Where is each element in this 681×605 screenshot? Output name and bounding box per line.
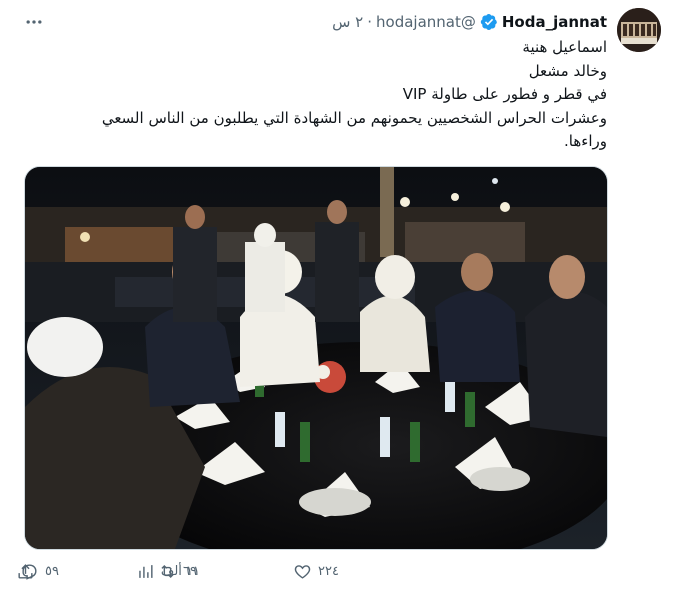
share-button[interactable] <box>16 562 35 581</box>
tweet-line: في قطر و فطور على طاولة VIP <box>402 85 607 103</box>
more-icon[interactable] <box>22 10 46 34</box>
like-count: ٢٢٤ <box>318 564 339 579</box>
reply-count: ٥٩ <box>45 564 59 579</box>
avatar[interactable] <box>617 8 661 52</box>
author-handle[interactable]: @hodajannat <box>376 13 476 31</box>
views-button[interactable]: ١١ ألف <box>136 562 200 581</box>
header-separator: · <box>367 13 373 31</box>
tweet-timestamp[interactable]: ٢ س <box>332 13 363 31</box>
views-count: ١١ ألف <box>160 564 200 579</box>
like-icon <box>294 565 311 579</box>
tweet-line: وعشرات الحراس الشخصيين يحمونهم من الشهاد… <box>101 108 607 127</box>
tweet: Hoda_jannat @hodajannat · ٢ س اسماعيل هن… <box>0 0 681 605</box>
tweet-text: اسماعيل هنية وخالد مشعل في قطر و فطور عل… <box>27 36 607 154</box>
share-icon <box>18 564 33 579</box>
tweet-header: Hoda_jannat @hodajannat · ٢ س <box>332 11 607 33</box>
tweet-line: اسماعيل هنية <box>522 38 607 56</box>
like-button[interactable]: ٢٢٤ <box>293 562 339 581</box>
verified-badge-icon <box>480 13 498 31</box>
tweet-photo[interactable] <box>24 166 608 550</box>
author-name[interactable]: Hoda_jannat <box>502 13 607 31</box>
views-icon <box>139 565 153 578</box>
tweet-line: وخالد مشعل <box>528 61 607 80</box>
tweet-line: وراءها. <box>564 132 607 150</box>
tweet-actions: ٥٩ ٦٩ ٢٢٤ ١١ ألف <box>18 558 610 592</box>
